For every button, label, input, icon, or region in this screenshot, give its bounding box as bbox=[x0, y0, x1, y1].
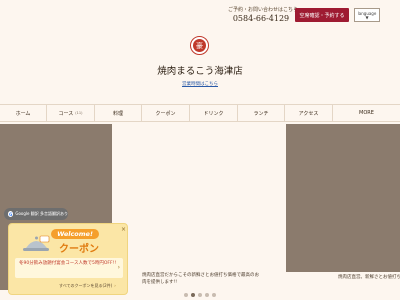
nav-item-label: クーポン bbox=[155, 110, 176, 117]
logo-mark: 豪 bbox=[193, 39, 206, 52]
nav-item-label: MORE bbox=[359, 110, 374, 116]
slider-dot[interactable] bbox=[212, 293, 216, 297]
language-select[interactable]: language ▼ bbox=[354, 8, 380, 22]
welcome-badge: Welcome! bbox=[51, 229, 99, 239]
reserve-button[interactable]: 空席確認・予約する bbox=[295, 8, 349, 22]
nav-item-drink[interactable]: ドリンク bbox=[190, 105, 238, 121]
nav-item-food[interactable]: 料理 bbox=[95, 105, 142, 121]
nav-item-label: 料理 bbox=[112, 110, 123, 117]
close-icon[interactable]: × bbox=[121, 226, 126, 233]
nav-item-more[interactable]: MORE bbox=[333, 105, 400, 121]
slider-dot[interactable] bbox=[205, 293, 209, 297]
chevron-right-icon: › bbox=[117, 264, 120, 271]
nav-item-lunch[interactable]: ランチ bbox=[238, 105, 285, 121]
hero-slide-current bbox=[114, 124, 284, 290]
cloche-illustration-icon bbox=[23, 235, 50, 251]
coupon-popup[interactable]: × Welcome! クーポン 冬90分飲み放題付宴会コース人数で5時円OFF!… bbox=[8, 223, 128, 295]
hero-photo-right bbox=[286, 124, 400, 272]
nav-item-course[interactable]: コース (11) bbox=[47, 105, 95, 121]
hero-caption: 焼肉店直営だからこその新鮮さとお値打ち価格で最高のお肉を提供します!! bbox=[142, 273, 259, 285]
nav-item-label: ホーム bbox=[15, 110, 31, 117]
all-coupons-link[interactable]: すべてのクーポンを見る(2件) › bbox=[59, 283, 116, 289]
global-nav: ホーム コース (11) 料理 クーポン ドリンク ランチ アクセス MORE bbox=[0, 104, 400, 122]
shop-name: 焼肉まるこう海津店 bbox=[157, 66, 243, 77]
nav-item-home[interactable]: ホーム bbox=[0, 105, 47, 121]
hours-link[interactable]: 営業時間はこちら bbox=[0, 81, 400, 87]
nav-item-coupon[interactable]: クーポン bbox=[142, 105, 190, 121]
coupon-title: クーポン bbox=[59, 244, 99, 255]
translate-button[interactable]: G Google 翻訳 多言語翻訳あり bbox=[4, 208, 68, 220]
slider-dots bbox=[184, 293, 216, 297]
nav-item-label: アクセス bbox=[298, 110, 319, 117]
coupon-item[interactable]: 冬90分飲み放題付宴会コース人数で5時円OFF!! › bbox=[15, 258, 123, 278]
nav-item-label: ドリンク bbox=[203, 110, 224, 117]
nav-item-label: ランチ bbox=[253, 110, 269, 117]
all-coupons-label: すべてのクーポンを見る(2件) bbox=[59, 283, 113, 288]
slider-dot[interactable] bbox=[184, 293, 188, 297]
phone-number[interactable]: 0584-66-4129 bbox=[228, 14, 294, 23]
slider-dot[interactable] bbox=[191, 293, 195, 297]
nav-item-label: コース bbox=[58, 110, 74, 117]
google-translate-icon: G bbox=[8, 211, 14, 217]
coupon-description: 冬90分飲み放題付宴会コース人数で5時円OFF!! bbox=[19, 261, 117, 266]
nav-item-count: (11) bbox=[75, 111, 83, 115]
nav-item-access[interactable]: アクセス bbox=[285, 105, 333, 121]
chevron-right-icon: › bbox=[114, 283, 116, 288]
contact-block: ご予約・お問い合わせはこちら 0584-66-4129 bbox=[228, 6, 299, 23]
contact-label: ご予約・お問い合わせはこちら bbox=[228, 7, 299, 13]
slider-dot[interactable] bbox=[198, 293, 202, 297]
translate-label: Google 翻訳 多言語翻訳あり bbox=[15, 211, 68, 216]
shop-logo[interactable]: 豪 bbox=[190, 36, 209, 55]
hero-caption-next: 焼肉店直営。新鮮さとお値打ちの bbox=[338, 275, 400, 280]
chevron-down-icon: ▼ bbox=[365, 14, 369, 20]
